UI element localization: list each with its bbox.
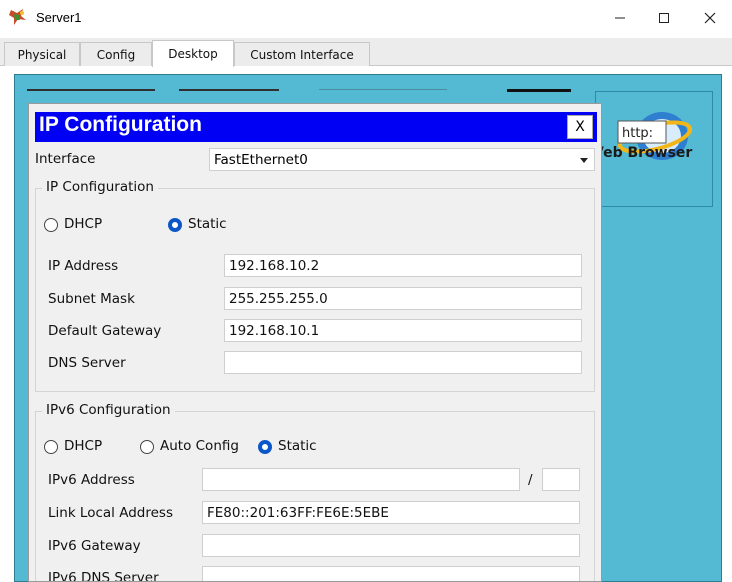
ipv4-static-radio[interactable] (168, 218, 182, 232)
minimize-button[interactable] (598, 4, 642, 32)
dialog-close-button[interactable]: X (567, 115, 593, 139)
tab-custom-interface[interactable]: Custom Interface (234, 42, 370, 66)
ipv4-dhcp-label[interactable]: DHCP (64, 216, 102, 232)
ipv6-dhcp-label[interactable]: DHCP (64, 438, 102, 454)
maximize-icon (658, 12, 670, 24)
ip-configuration-dialog: IP Configuration X Interface FastEtherne… (28, 103, 602, 582)
maximize-button[interactable] (642, 4, 686, 32)
ipv6-gateway-label: IPv6 Gateway (48, 538, 141, 554)
ipv6-dhcp-radio[interactable] (44, 440, 58, 454)
ipv6-address-field[interactable] (202, 468, 520, 491)
default-gateway-label: Default Gateway (48, 323, 162, 339)
ipv6-group-legend: IPv6 Configuration (42, 402, 175, 418)
dialog-header: IP Configuration X (35, 112, 597, 142)
default-gateway-field[interactable]: 192.168.10.1 (224, 319, 582, 342)
ip-address-label: IP Address (48, 258, 119, 274)
interface-select-value: FastEthernet0 (214, 152, 308, 168)
ipv4-static-label[interactable]: Static (188, 216, 227, 232)
tab-config[interactable]: Config (80, 42, 152, 66)
ipv4-group-legend: IP Configuration (42, 179, 158, 195)
dns-server-label: DNS Server (48, 355, 126, 371)
web-browser-icon-text: http: (622, 126, 653, 141)
dns-server-field[interactable] (224, 351, 582, 374)
ipv6-static-radio[interactable] (258, 440, 272, 454)
ipv6-auto-config-label[interactable]: Auto Config (160, 438, 239, 454)
ipv4-dhcp-radio[interactable] (44, 218, 58, 232)
subnet-mask-field[interactable]: 255.255.255.0 (224, 287, 582, 310)
minimize-icon (614, 12, 626, 24)
ipv6-dns-server-label: IPv6 DNS Server (48, 570, 159, 582)
ipv6-prefix-field[interactable] (542, 468, 580, 491)
interface-label: Interface (35, 151, 96, 167)
ip-address-field[interactable]: 192.168.10.2 (224, 254, 582, 277)
link-local-address-field[interactable]: FE80::201:63FF:FE6E:5EBE (202, 501, 580, 524)
ipv6-config-group: IPv6 Configuration DHCP Auto Config Stat… (35, 402, 595, 582)
tab-physical[interactable]: Physical (4, 42, 80, 66)
ipv6-gateway-field[interactable] (202, 534, 580, 557)
close-window-button[interactable] (688, 4, 732, 32)
ipv6-static-label[interactable]: Static (278, 438, 317, 454)
interface-select[interactable]: FastEthernet0 (209, 148, 595, 171)
tab-desktop[interactable]: Desktop (152, 40, 234, 67)
prefix-separator: / (528, 472, 533, 488)
ipv6-dns-server-field[interactable] (202, 566, 580, 581)
ipv6-address-label: IPv6 Address (48, 472, 135, 488)
close-icon (704, 12, 716, 24)
dialog-title: IP Configuration (39, 113, 202, 136)
ipv4-config-group: IP Configuration DHCP Static IP Address … (35, 179, 595, 392)
chevron-down-icon (580, 158, 588, 163)
link-local-address-label: Link Local Address (48, 505, 173, 521)
title-bar: Server1 (0, 0, 732, 38)
tab-bar: Physical Config Desktop Custom Interface (0, 38, 732, 67)
web-browser-label[interactable]: Veb Browser (593, 145, 713, 161)
window-title: Server1 (36, 10, 82, 25)
packet-tracer-server-icon (8, 8, 28, 26)
ipv6-auto-config-radio[interactable] (140, 440, 154, 454)
subnet-mask-label: Subnet Mask (48, 291, 135, 307)
